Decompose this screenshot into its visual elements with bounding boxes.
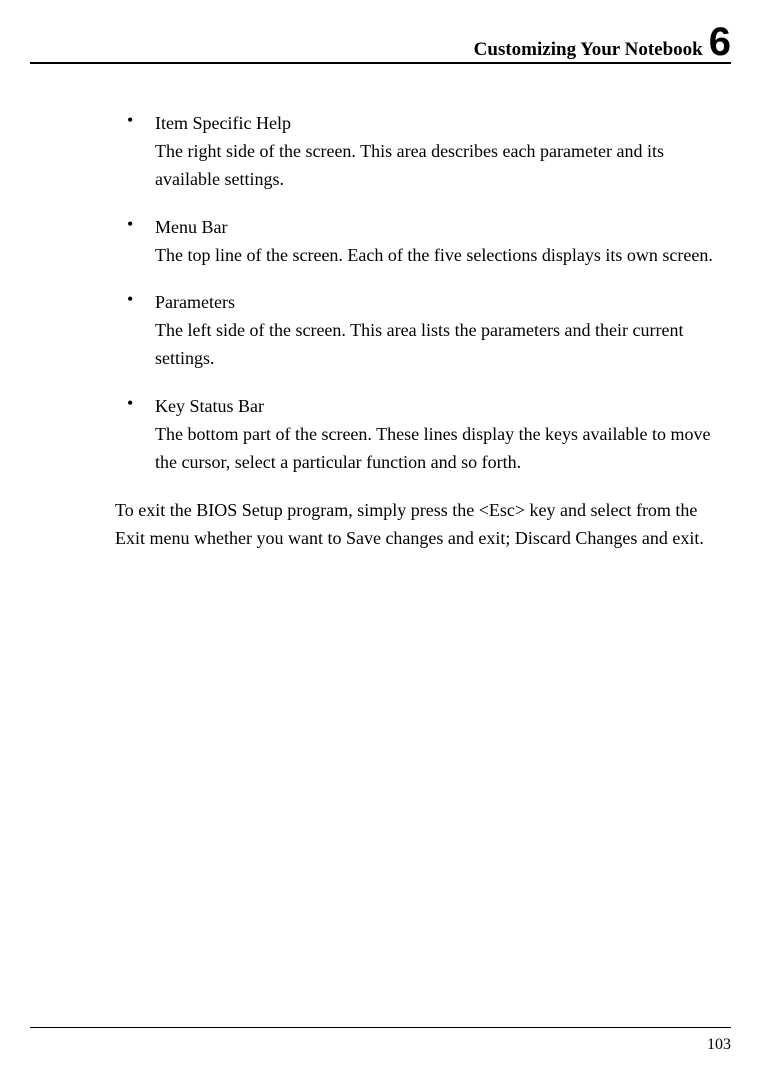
item-title: Menu Bar — [155, 214, 731, 242]
content-area: Item Specific Help The right side of the… — [115, 110, 731, 553]
list-item: Parameters The left side of the screen. … — [115, 289, 731, 373]
closing-paragraph: To exit the BIOS Setup program, simply p… — [115, 497, 731, 553]
item-description: The left side of the screen. This area l… — [155, 317, 731, 373]
footer-divider — [30, 1027, 731, 1028]
page-number: 103 — [707, 1036, 731, 1054]
item-description: The top line of the screen. Each of the … — [155, 242, 731, 270]
item-title: Parameters — [155, 289, 731, 317]
item-title: Item Specific Help — [155, 110, 731, 138]
header-title: Customizing Your Notebook — [474, 39, 703, 61]
list-item: Menu Bar The top line of the screen. Eac… — [115, 214, 731, 270]
list-item: Key Status Bar The bottom part of the sc… — [115, 393, 731, 477]
item-title: Key Status Bar — [155, 393, 731, 421]
page-header: Customizing Your Notebook 6 — [30, 22, 731, 62]
item-description: The bottom part of the screen. These lin… — [155, 421, 731, 477]
header-divider — [30, 62, 731, 64]
item-description: The right side of the screen. This area … — [155, 138, 731, 194]
list-item: Item Specific Help The right side of the… — [115, 110, 731, 194]
bullet-list: Item Specific Help The right side of the… — [115, 110, 731, 477]
chapter-number: 6 — [709, 22, 731, 62]
